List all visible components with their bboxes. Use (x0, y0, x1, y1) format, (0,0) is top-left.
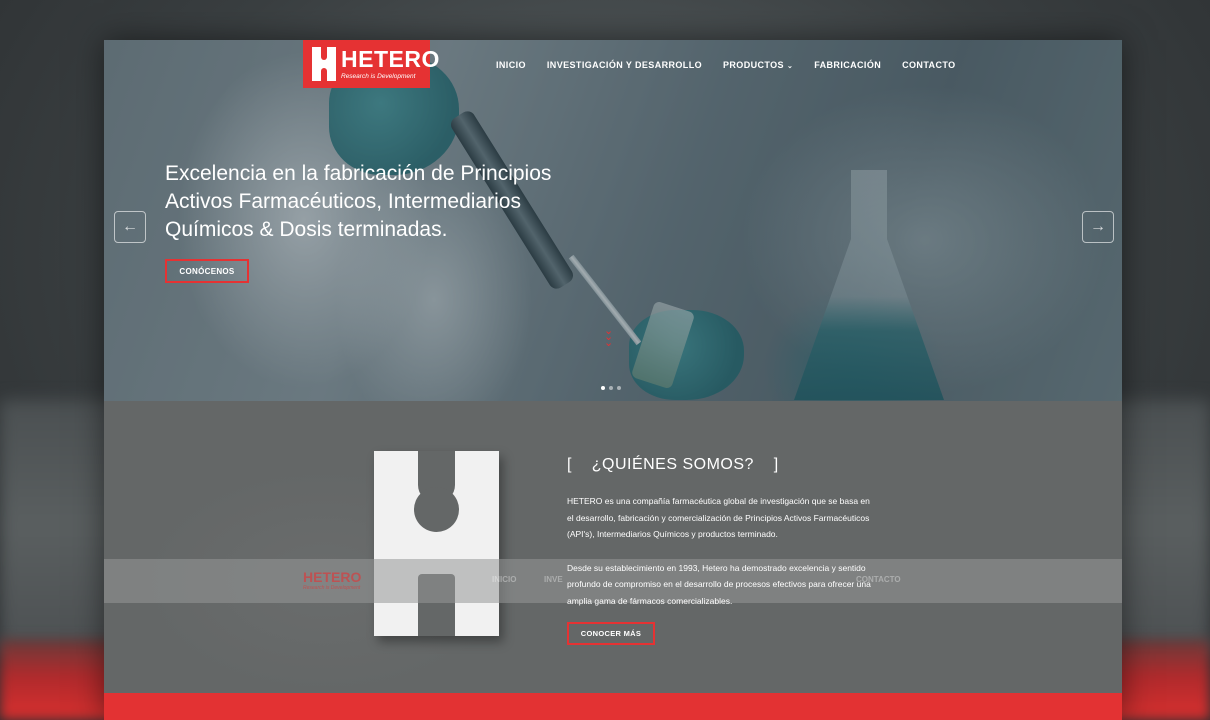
prev-slide-button[interactable]: ← (114, 211, 146, 243)
slide-dot[interactable] (617, 386, 621, 390)
nav-item-productos[interactable]: PRODUCTOS ⌄ (723, 60, 793, 70)
brand-logo[interactable]: HETERO Research is Development (303, 40, 439, 88)
slide-dot[interactable] (609, 386, 613, 390)
conocer-mas-button[interactable]: CONOCER MÁS (567, 622, 655, 645)
nav-item-contacto[interactable]: CONTACTO (902, 60, 955, 70)
nav-menu: INICIO INVESTIGACIÓN Y DESARROLLO PRODUC… (496, 60, 977, 70)
slide-indicators (601, 386, 621, 390)
website-frame: HETERO Research is Development INICIO IN… (104, 40, 1122, 720)
about-paragraph: Desde su establecimiento en 1993, Hetero… (567, 562, 871, 606)
gloved-hand-image (629, 310, 744, 400)
footer-red-bar (104, 693, 1122, 720)
chevron-down-icon: ⌄ (786, 63, 794, 70)
hero-headline: Excelencia en la fabricación de Principi… (165, 162, 552, 241)
ghost-logo: HETERO Research is Development (303, 569, 361, 591)
scroll-down-icon[interactable]: ⌄ ⌄ ⌄ (604, 326, 613, 349)
nav-item-investigacion[interactable]: INVESTIGACIÓN Y DESARROLLO (547, 60, 702, 70)
flask-image (794, 170, 944, 400)
about-text: HETERO es una compañía farmacéutica glob… (567, 493, 877, 626)
nav-item-productos-label: PRODUCTOS (723, 60, 784, 70)
main-navbar: HETERO Research is Development INICIO IN… (104, 40, 1122, 92)
ghost-logo-text: HETERO (303, 569, 362, 585)
about-paragraph: HETERO es una compañía farmacéutica glob… (567, 496, 870, 539)
hetero-h-logo-graphic (374, 451, 499, 636)
nav-item-inicio[interactable]: INICIO (496, 60, 526, 70)
ghost-nav-item: INICIO (492, 575, 517, 584)
conocenos-button[interactable]: CONÓCENOS (165, 259, 249, 283)
ghost-logo-tagline: Research is Development (303, 585, 361, 591)
hero-slider: HETERO Research is Development INICIO IN… (104, 40, 1122, 401)
logo-tagline: Research is Development (341, 73, 416, 80)
logo-text: HETERO (341, 46, 440, 72)
ghost-nav-item: INVE (544, 575, 563, 584)
slide-dot[interactable] (601, 386, 605, 390)
next-slide-button[interactable]: → (1082, 211, 1114, 243)
nav-item-fabricacion[interactable]: FABRICACIÓN (814, 60, 881, 70)
arrow-left-icon: ← (122, 218, 138, 235)
about-section: HETERO Research is Development INICIO IN… (104, 401, 1122, 693)
arrow-right-icon: → (1090, 218, 1106, 235)
vial-image (630, 300, 696, 390)
logo-h-icon (312, 47, 336, 81)
section-title: [ ¿QUIÉNES SOMOS? ] (567, 456, 779, 473)
